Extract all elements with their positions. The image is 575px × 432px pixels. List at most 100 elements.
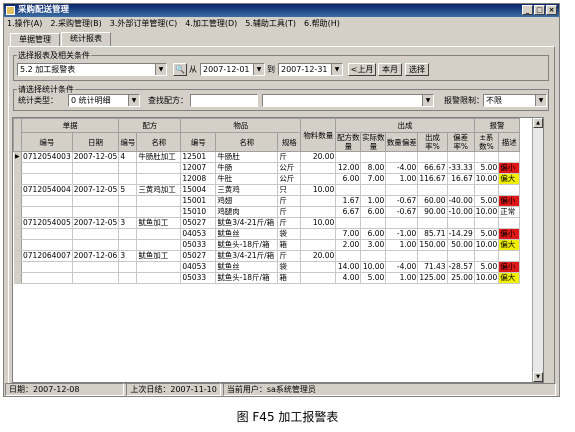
- table-cell[interactable]: 鱿鱼丝: [215, 261, 279, 273]
- row-selector[interactable]: [13, 261, 22, 273]
- table-cell[interactable]: 正常: [498, 206, 521, 218]
- table-cell[interactable]: 1.00: [385, 272, 419, 284]
- table-cell[interactable]: [136, 272, 182, 284]
- table-cell[interactable]: 2007-12-05: [72, 184, 120, 196]
- table-cell[interactable]: 牛肚: [215, 173, 279, 185]
- table-cell[interactable]: [447, 184, 475, 196]
- col-goods-no[interactable]: 编号: [180, 132, 217, 152]
- table-cell[interactable]: [118, 239, 138, 251]
- table-cell[interactable]: 16.67: [447, 173, 475, 185]
- table-cell[interactable]: [498, 184, 521, 196]
- table-cell[interactable]: -0.67: [385, 195, 419, 207]
- table-cell[interactable]: 66.67: [417, 162, 448, 174]
- table-cell[interactable]: [447, 250, 475, 262]
- table-cell[interactable]: 箱: [277, 239, 302, 251]
- table-cell[interactable]: [474, 184, 500, 196]
- table-cell[interactable]: 0712054005: [21, 217, 73, 229]
- table-cell[interactable]: [72, 239, 120, 251]
- table-cell[interactable]: 125.00: [417, 272, 448, 284]
- table-cell[interactable]: 4.00: [335, 272, 362, 284]
- table-cell[interactable]: [136, 228, 182, 240]
- table-cell[interactable]: [300, 239, 337, 251]
- table-cell[interactable]: -4.00: [385, 261, 419, 273]
- table-cell[interactable]: [118, 228, 138, 240]
- table-cell[interactable]: 斤: [277, 217, 302, 229]
- table-cell[interactable]: [417, 151, 448, 163]
- table-cell[interactable]: 14.00: [335, 261, 362, 273]
- tab-reports[interactable]: 统计报表: [61, 32, 111, 47]
- table-cell[interactable]: [335, 151, 362, 163]
- table-cell[interactable]: 4: [118, 151, 138, 163]
- table-cell[interactable]: 3.00: [360, 239, 387, 251]
- table-cell[interactable]: 2007-12-06: [72, 250, 120, 262]
- table-cell[interactable]: [300, 162, 337, 174]
- table-cell[interactable]: 85.71: [417, 228, 448, 240]
- table-cell[interactable]: 斤: [277, 151, 302, 163]
- table-cell[interactable]: 10.00: [474, 239, 500, 251]
- table-cell[interactable]: 20.00: [300, 250, 337, 262]
- table-cell[interactable]: 04053: [180, 228, 217, 240]
- table-row[interactable]: 05033 鱿鱼头-18斤/箱箱 4.00 5.00 1.00 125.00 25.00 10…: [13, 272, 521, 284]
- table-cell[interactable]: [72, 206, 120, 218]
- table-cell[interactable]: [498, 250, 521, 262]
- table-cell[interactable]: -14.29: [447, 228, 475, 240]
- table-cell[interactable]: [118, 272, 138, 284]
- table-cell[interactable]: 鱿鱼3/4-21斤/箱: [215, 217, 279, 229]
- table-cell[interactable]: [417, 250, 448, 262]
- preview-icon[interactable]: 🔍: [173, 63, 187, 76]
- table-cell[interactable]: [21, 239, 73, 251]
- table-cell[interactable]: [417, 184, 448, 196]
- table-cell[interactable]: 12.00: [335, 162, 362, 174]
- table-cell[interactable]: 5.00: [474, 162, 500, 174]
- table-cell[interactable]: [447, 151, 475, 163]
- col-yield-rate[interactable]: 出成率%: [417, 132, 448, 152]
- col-recipe-name[interactable]: 名称: [136, 132, 182, 152]
- table-cell[interactable]: 0712054004: [21, 184, 73, 196]
- table-cell[interactable]: [300, 272, 337, 284]
- col-doc-date[interactable]: 日期: [71, 132, 120, 152]
- table-cell[interactable]: 偏小: [498, 228, 521, 240]
- table-cell[interactable]: 鸡腿肉: [215, 206, 279, 218]
- row-selector[interactable]: [13, 173, 22, 185]
- table-cell[interactable]: 1.00: [385, 239, 419, 251]
- minimize-button[interactable]: _: [522, 5, 533, 15]
- alarm-table[interactable]: 单据 配方 物品 物料数量 出成 报警 编号 日期 编号 名称 编号 名称 规格…: [12, 117, 544, 383]
- table-cell[interactable]: [360, 217, 387, 229]
- table-cell[interactable]: 10.00: [474, 173, 500, 185]
- table-cell[interactable]: 偏小: [498, 261, 521, 273]
- table-cell[interactable]: 5.00: [360, 272, 387, 284]
- table-cell[interactable]: 牛肠: [215, 162, 279, 174]
- table-cell[interactable]: 05027: [180, 250, 217, 262]
- table-cell[interactable]: -4.00: [385, 162, 419, 174]
- menu-operate[interactable]: 1.操作(A): [7, 17, 42, 30]
- date-from-picker[interactable]: 2007-12-01 ▼: [200, 63, 265, 76]
- recipe-select[interactable]: ▼: [262, 94, 434, 107]
- this-month-button[interactable]: 本月: [378, 63, 402, 76]
- table-cell[interactable]: [300, 173, 337, 185]
- table-cell[interactable]: 0712064007: [21, 250, 73, 262]
- table-cell[interactable]: [300, 261, 337, 273]
- maximize-button[interactable]: □: [534, 5, 545, 15]
- table-cell[interactable]: [21, 195, 73, 207]
- table-cell[interactable]: 5: [118, 184, 138, 196]
- table-cell[interactable]: [136, 239, 182, 251]
- chevron-down-icon[interactable]: ▼: [331, 64, 342, 75]
- table-cell[interactable]: 鱿鱼头-18斤/箱: [215, 239, 279, 251]
- row-selector[interactable]: [13, 206, 22, 218]
- table-row[interactable]: 04053 鱿鱼丝袋 7.00 6.00 -1.00 85.71 -14.29 5.00 偏小: [13, 228, 521, 240]
- table-cell[interactable]: 牛肠肚: [215, 151, 279, 163]
- table-cell[interactable]: 公斤: [277, 173, 302, 185]
- table-cell[interactable]: -40.00: [447, 195, 475, 207]
- table-cell[interactable]: 04053: [180, 261, 217, 273]
- table-cell[interactable]: 7.00: [335, 228, 362, 240]
- table-cell[interactable]: 牛肠肚加工: [136, 151, 182, 163]
- recipe-search-input[interactable]: [190, 94, 258, 107]
- table-cell[interactable]: 10.00: [360, 261, 387, 273]
- table-cell[interactable]: 6.00: [335, 173, 362, 185]
- table-cell[interactable]: 90.00: [417, 206, 448, 218]
- table-cell[interactable]: -28.57: [447, 261, 475, 273]
- table-cell[interactable]: 2007-12-05: [72, 217, 120, 229]
- table-cell[interactable]: [136, 195, 182, 207]
- table-cell[interactable]: [72, 272, 120, 284]
- col-coefficient[interactable]: ±系数%: [473, 132, 500, 152]
